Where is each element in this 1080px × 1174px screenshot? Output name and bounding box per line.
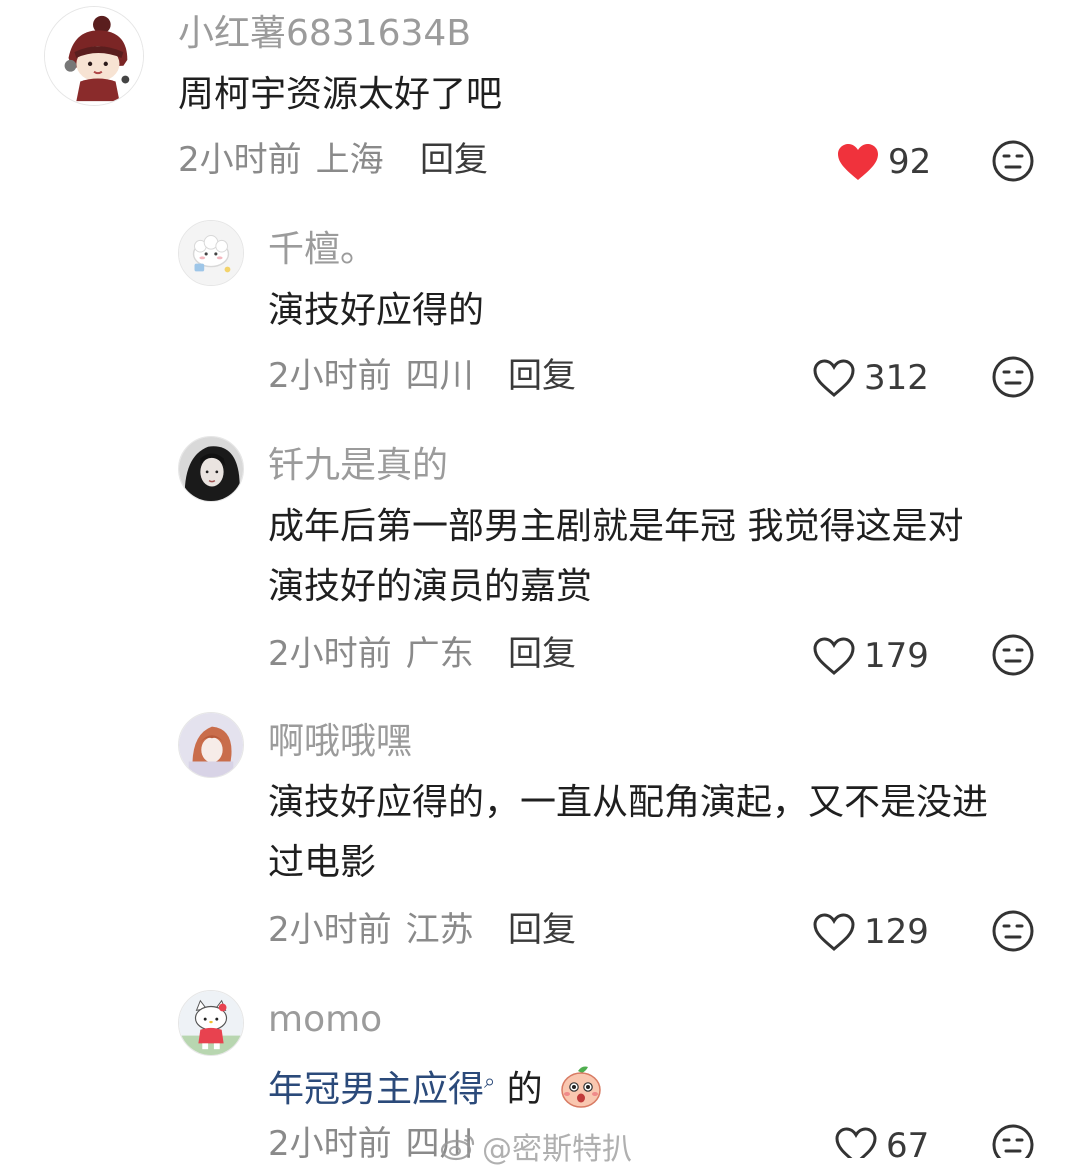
comment-text: 演技好应得的 <box>268 290 485 331</box>
reply-button[interactable]: 回复 <box>508 354 576 398</box>
cartoon-girl-avatar-icon <box>45 7 143 105</box>
avatar[interactable] <box>44 6 144 106</box>
comment-meta: 2小时前 江苏 <box>268 908 474 952</box>
peach-face-emoji <box>558 1063 604 1109</box>
comment-meta: 2小时前 四川 <box>268 354 474 398</box>
comment-time: 2小时前 <box>268 634 392 674</box>
comment-meta: 2小时前 上海 <box>178 138 384 182</box>
like-button[interactable]: 179 <box>812 632 929 680</box>
neutral-face-icon <box>992 634 1034 676</box>
reply-button[interactable]: 回复 <box>508 632 576 676</box>
reply-button[interactable]: 回复 <box>420 138 488 182</box>
comment-text: 年冠男主应得⌕ 的 <box>268 1052 604 1119</box>
avatar[interactable] <box>178 220 244 286</box>
dislike-button[interactable] <box>992 910 1034 952</box>
avatar[interactable] <box>178 990 244 1056</box>
username[interactable]: 千檀。 <box>268 228 376 272</box>
comment-text-line: 过电影 <box>268 842 377 883</box>
comment-meta: 2小时前 广东 <box>268 632 474 676</box>
search-icon: ⌕ <box>484 1069 496 1093</box>
comments-page: 小红薯6831634B 周柯宇资源太好了吧 2小时前 上海 回复 92 千檀。 … <box>0 0 1080 1174</box>
comment-text-rest: 的 <box>506 1069 543 1110</box>
like-count: 179 <box>864 636 929 676</box>
comment-location: 广东 <box>405 634 474 674</box>
comment-time: 2小时前 <box>268 910 392 950</box>
neutral-face-icon <box>992 356 1034 398</box>
dislike-button[interactable] <box>992 634 1034 676</box>
search-link-text: 年冠男主应得 <box>268 1069 485 1110</box>
username[interactable]: 小红薯6831634B <box>178 12 471 56</box>
username[interactable]: 啊哦哦嘿 <box>268 720 412 764</box>
comment-text: 周柯宇资源太好了吧 <box>178 74 503 115</box>
heart-icon <box>813 359 855 397</box>
username[interactable]: 钎九是真的 <box>268 444 448 488</box>
comment-location: 江苏 <box>405 910 474 950</box>
comment-location: 四川 <box>405 356 474 396</box>
avatar[interactable] <box>178 712 244 778</box>
like-count: 92 <box>888 142 932 182</box>
weibo-logo-icon <box>440 1134 475 1161</box>
neutral-face-icon <box>992 910 1034 952</box>
like-button[interactable]: 312 <box>812 354 929 402</box>
like-count: 129 <box>864 912 929 952</box>
dislike-button[interactable] <box>992 356 1034 398</box>
username[interactable]: momo <box>268 998 382 1042</box>
comment-text-line: 成年后第一部男主剧就是年冠 我觉得这是对 <box>268 506 964 547</box>
avatar[interactable] <box>178 436 244 502</box>
watermark-text: @密斯特扒 <box>482 1132 632 1167</box>
comment-time: 2小时前 <box>268 356 392 396</box>
comment-time: 2小时前 <box>178 140 302 180</box>
cartoon-sheep-avatar-icon <box>179 221 243 285</box>
hello-kitty-avatar-icon <box>179 991 243 1055</box>
search-link[interactable]: 年冠男主应得⌕ <box>268 1069 495 1110</box>
dislike-button[interactable] <box>992 140 1034 182</box>
anime-girl-avatar-icon <box>179 713 243 777</box>
heart-icon <box>813 637 855 675</box>
comment-text-line: 演技好应得的，一直从配角演起，又不是没进 <box>268 782 989 823</box>
like-button[interactable]: 92 <box>836 138 931 186</box>
comment-location: 上海 <box>315 140 384 180</box>
heart-icon <box>813 913 855 951</box>
comment-text-line: 演技好的演员的嘉赏 <box>268 566 593 607</box>
like-button[interactable]: 129 <box>812 908 929 956</box>
reply-button[interactable]: 回复 <box>508 908 576 952</box>
heart-icon <box>838 144 878 180</box>
watermark: @密斯特扒 <box>440 1124 632 1168</box>
neutral-face-icon <box>992 140 1034 182</box>
like-count: 312 <box>864 358 929 398</box>
dark-hair-girl-avatar-icon <box>179 437 243 501</box>
